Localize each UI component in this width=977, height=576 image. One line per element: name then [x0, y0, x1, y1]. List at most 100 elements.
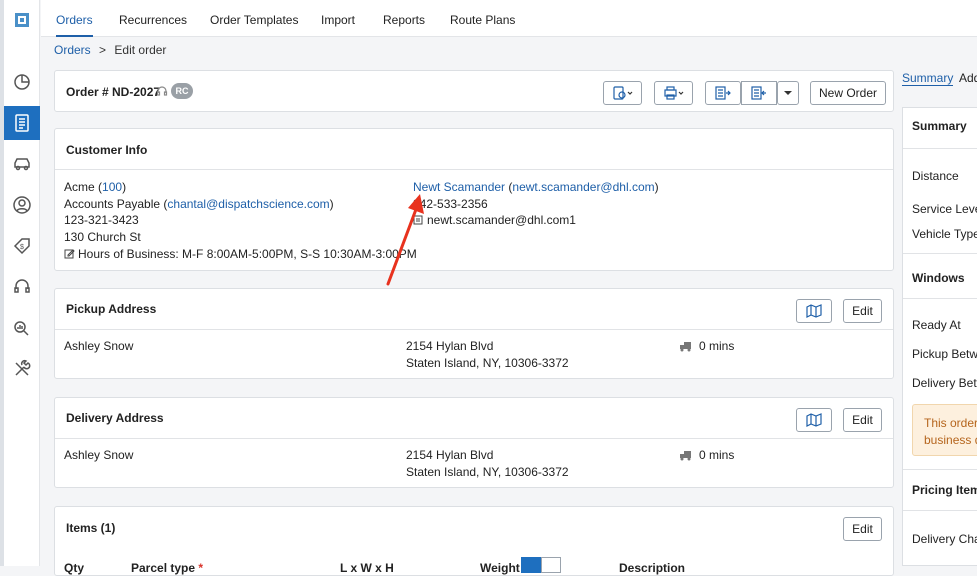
delivery-title: Delivery Address — [66, 411, 164, 425]
divider — [903, 298, 977, 299]
tab-summary[interactable]: Summary — [902, 71, 954, 86]
print-dropdown-button[interactable] — [654, 81, 693, 105]
customer-info-card: Customer Info Acme (100) Accounts Payabl… — [54, 128, 894, 271]
summary-panel: Summary Distance Service Level Vehicle T… — [902, 107, 977, 566]
tools-icon[interactable] — [4, 352, 40, 386]
notice-line-1: This order — [924, 416, 977, 430]
customer-phone: 123-321-3423 — [64, 213, 139, 227]
billing-name: Accounts Payable — [64, 197, 161, 211]
divider — [55, 329, 893, 330]
edit-note-icon[interactable] — [64, 247, 75, 259]
divider — [903, 148, 977, 149]
vehicle-type-label: Vehicle Type — [912, 227, 977, 241]
column-description: Description — [619, 561, 686, 575]
breadcrumb-orders-link[interactable]: Orders — [54, 43, 91, 57]
weight-unit-toggle[interactable] — [541, 557, 561, 573]
delivery-edit-button[interactable]: Edit — [843, 408, 882, 432]
breadcrumb: Orders > Edit order — [54, 43, 166, 57]
windows-heading: Windows — [912, 271, 965, 285]
more-actions-dropdown[interactable] — [777, 81, 799, 105]
delivery-city: Staten Island, NY, 10306-3372 — [406, 465, 569, 479]
user-icon[interactable] — [4, 188, 40, 222]
tab-order-templates[interactable]: Order Templates — [210, 0, 298, 37]
tab-add[interactable]: Add — [959, 71, 977, 85]
items-edit-button[interactable]: Edit — [843, 517, 882, 541]
customer-info-title: Customer Info — [66, 143, 148, 157]
pickup-edit-button[interactable]: Edit — [843, 299, 882, 323]
status-badge: RC — [171, 83, 193, 99]
divider — [55, 169, 893, 170]
logo-icon[interactable] — [4, 3, 40, 37]
delivery-wait-time: 0 mins — [699, 448, 735, 462]
column-qty: Qty — [64, 561, 85, 575]
company-name: Acme — [64, 180, 95, 194]
tab-recurrences[interactable]: Recurrences — [119, 0, 187, 37]
column-parcel-type: Parcel type * — [131, 561, 204, 575]
analytics-icon[interactable] — [4, 311, 40, 345]
top-nav: Orders Recurrences Order Templates Impor… — [41, 0, 977, 37]
pickup-street: 2154 Hylan Blvd — [406, 339, 494, 353]
document-dropdown-button[interactable] — [603, 81, 642, 105]
tab-orders[interactable]: Orders — [56, 0, 93, 37]
billing-line: Accounts Payable (chantal@dispatchscienc… — [64, 197, 334, 211]
hours-line: Hours of Business: M-F 8:00AM-5:00PM, S-… — [64, 246, 417, 262]
ready-at-label: Ready At — [912, 318, 961, 332]
required-mark: * — [198, 561, 204, 575]
pickup-title: Pickup Address — [66, 302, 157, 316]
notice-line-2: business da — [924, 433, 977, 447]
import-button[interactable] — [741, 81, 777, 105]
tab-reports[interactable]: Reports — [383, 0, 425, 37]
export-button[interactable] — [705, 81, 741, 105]
pickup-map-button[interactable] — [796, 299, 832, 323]
price-tag-icon[interactable]: $ — [4, 229, 40, 263]
customer-address: 130 Church St — [64, 230, 141, 244]
pickup-city: Staten Island, NY, 10306-3372 — [406, 356, 569, 370]
column-dimensions: L x W x H — [340, 561, 394, 575]
delivery-charge-label: Delivery Char — [912, 532, 977, 546]
dashboard-pie-icon[interactable] — [4, 65, 40, 99]
notice-box: This order business da — [912, 404, 977, 456]
annotation-arrow — [386, 194, 424, 286]
divider — [903, 469, 977, 470]
billing-email-link[interactable]: chantal@dispatchscience.com — [167, 197, 329, 211]
tab-import[interactable]: Import — [321, 0, 355, 37]
order-header-card: Order # ND-2027 RC New Order — [54, 70, 894, 112]
breadcrumb-separator: > — [99, 43, 107, 57]
delivery-contact-name: Ashley Snow — [64, 448, 134, 462]
pricing-items-heading: Pricing Items — [912, 483, 977, 497]
summary-heading: Summary — [912, 119, 967, 133]
delivery-between-label: Delivery Betw — [912, 376, 977, 390]
support-icon — [156, 85, 168, 97]
wait-time-icon — [679, 340, 693, 352]
divider — [903, 510, 977, 511]
tab-route-plans[interactable]: Route Plans — [450, 0, 515, 37]
delivery-map-button[interactable] — [796, 408, 832, 432]
pickup-address-card: Pickup Address Edit Ashley Snow 2154 Hyl… — [54, 288, 894, 379]
contact-alt-email: newt.scamander@dhl.com1 — [427, 213, 576, 227]
divider — [903, 253, 977, 254]
hours-of-business: Hours of Business: M-F 8:00AM-5:00PM, S-… — [78, 247, 417, 261]
divider — [55, 438, 893, 439]
pickup-between-label: Pickup Betwe — [912, 347, 977, 361]
contact-email-link[interactable]: newt.scamander@dhl.com — [512, 180, 654, 194]
items-title: Items (1) — [66, 521, 116, 535]
sidebar: $ — [4, 0, 40, 566]
pickup-contact-name: Ashley Snow — [64, 339, 134, 353]
vehicle-icon[interactable] — [4, 147, 40, 181]
svg-text:$: $ — [20, 244, 24, 251]
company-line: Acme (100) — [64, 180, 127, 194]
service-level-label: Service Level — [912, 202, 977, 216]
column-weight: Weight — [480, 561, 520, 575]
new-order-button[interactable]: New Order — [810, 81, 886, 105]
orders-icon[interactable] — [4, 106, 40, 140]
distance-label: Distance — [912, 169, 959, 183]
contact-alt-email-line: newt.scamander@dhl.com1 — [413, 212, 576, 228]
contact-line: Newt Scamander (newt.scamander@dhl.com) — [413, 180, 659, 194]
delivery-address-card: Delivery Address Edit Ashley Snow 2154 H… — [54, 397, 894, 488]
wait-time-icon — [679, 449, 693, 461]
weight-unit-toggle-active[interactable] — [521, 557, 541, 573]
company-id-link[interactable]: 100 — [102, 180, 122, 194]
support-headset-icon[interactable] — [4, 270, 40, 304]
page-title: Order # ND-2027 — [66, 85, 161, 99]
breadcrumb-current: Edit order — [114, 43, 167, 57]
